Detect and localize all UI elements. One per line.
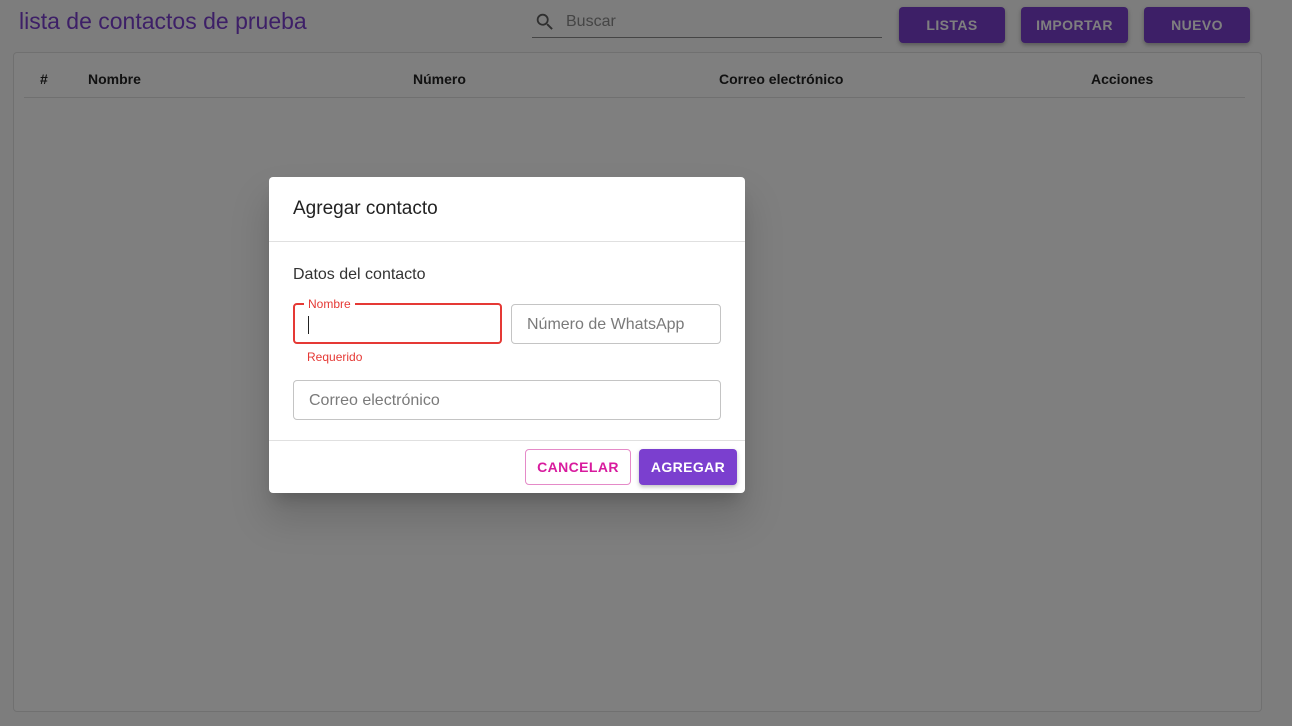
name-field-helper: Requerido — [307, 350, 363, 364]
dialog-title-divider — [269, 241, 745, 242]
add-contact-dialog: Agregar contacto Datos del contacto Nomb… — [269, 177, 745, 493]
dialog-title: Agregar contacto — [293, 198, 438, 219]
email-input[interactable] — [307, 381, 711, 421]
add-button[interactable]: AGREGAR — [639, 449, 737, 485]
text-caret — [308, 316, 309, 334]
name-input[interactable] — [307, 305, 490, 344]
name-field[interactable]: Nombre — [293, 297, 502, 344]
email-field[interactable] — [293, 380, 721, 421]
whatsapp-input[interactable] — [525, 305, 711, 345]
whatsapp-field[interactable] — [511, 304, 721, 345]
section-label: Datos del contacto — [293, 266, 426, 283]
cancel-button[interactable]: CANCELAR — [525, 449, 631, 485]
dialog-actions-divider — [269, 440, 745, 441]
